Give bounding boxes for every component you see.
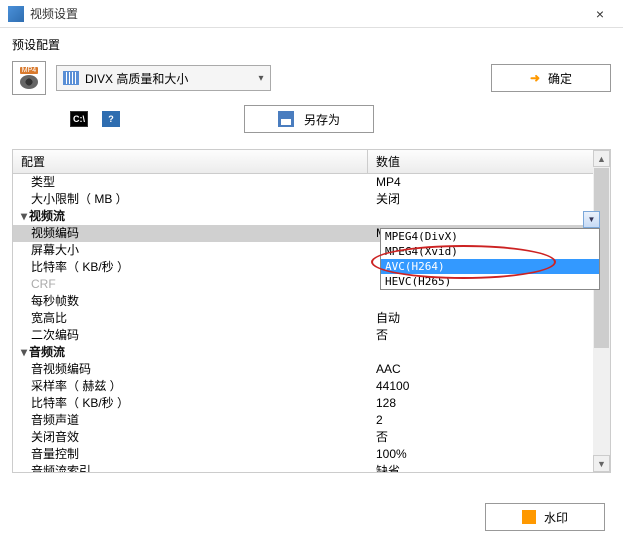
cell-label: 音量控制 [13,446,368,463]
disk-icon [278,111,294,127]
tree-toggle-icon[interactable]: ▾ [21,345,27,359]
cell-value: 2 [368,412,610,429]
cell-value: AAC [368,361,610,378]
save-as-button[interactable]: 另存为 [244,105,374,133]
watermark-button[interactable]: 水印 [485,503,605,531]
ok-button-label: 确定 [548,70,572,87]
cell-label: 关闭音效 [13,429,368,446]
dropdown-item[interactable]: MPEG4(DivX) [381,229,599,244]
table-row[interactable]: 音视频编码AAC [13,361,610,378]
cmd-icon[interactable]: C:\ [70,111,88,127]
cell-value [368,344,610,361]
cell-label: 每秒帧数 [13,293,368,310]
cell-value [368,293,610,310]
watermark-label: 水印 [544,509,568,526]
cell-label: 比特率（ KB/秒 ） [13,395,368,412]
cell-label: 音频流索引 [13,463,368,472]
chevron-down-icon: ▾ [258,73,263,84]
header-value: 数值 [368,150,610,173]
dropdown-item[interactable]: AVC(H264) [381,259,599,274]
table-row[interactable]: ▾视频流 [13,208,610,225]
preset-label: 预设配置 [0,28,623,57]
grid-header: 配置 数值 [13,150,610,174]
cell-label: 视频编码 [13,225,368,242]
header-config: 配置 [13,150,368,173]
close-button[interactable]: × [585,6,615,22]
cell-label: 二次编码 [13,327,368,344]
cell-label: ▾音频流 [13,344,368,361]
cell-label: ▾视频流 [13,208,368,225]
cell-label: 比特率（ KB/秒 ） [13,259,368,276]
table-row[interactable]: 比特率（ KB/秒 ）128 [13,395,610,412]
arrow-right-icon: ➜ [530,71,540,85]
cell-label: 采样率（ 赫兹 ） [13,378,368,395]
grid-body: 类型MP4大小限制（ MB ）关闭▾视频流视频编码MPEG4(DivX)屏幕大小… [13,174,610,472]
table-row[interactable]: 二次编码否 [13,327,610,344]
cell-label: 音视频编码 [13,361,368,378]
table-row[interactable]: 音频声道2 [13,412,610,429]
cell-label: 大小限制（ MB ） [13,191,368,208]
cell-value: MP4 [368,174,610,191]
cell-value: 44100 [368,378,610,395]
ok-button[interactable]: ➜ 确定 [491,64,611,92]
preset-select[interactable]: DIVX 高质量和大小 ▾ [56,65,271,91]
codec-dropdown[interactable]: MPEG4(DivX)MPEG4(Xvid)AVC(H264)HEVC(H265… [380,228,600,290]
cell-value: 否 [368,429,610,446]
format-tag: MP4 [20,67,38,74]
cell-value: 100% [368,446,610,463]
table-row[interactable]: 音量控制100% [13,446,610,463]
cell-label: CRF [13,276,368,293]
scroll-up-icon[interactable]: ▲ [593,150,610,167]
titlebar: 视频设置 × [0,0,623,28]
table-row[interactable]: ▾音频流 [13,344,610,361]
table-row[interactable]: 宽高比自动 [13,310,610,327]
cell-label: 屏幕大小 [13,242,368,259]
table-row[interactable]: 音频流索引缺省 [13,463,610,472]
cell-label: 音频声道 [13,412,368,429]
watermark-icon [522,510,536,524]
settings-grid: 配置 数值 类型MP4大小限制（ MB ）关闭▾视频流视频编码MPEG4(Div… [12,149,611,473]
format-icon: MP4 [12,61,46,95]
dropdown-item[interactable]: MPEG4(Xvid) [381,244,599,259]
cell-value: 128 [368,395,610,412]
category-label: 音频流 [29,345,65,359]
category-label: 视频流 [29,209,65,223]
cell-label: 类型 [13,174,368,191]
window-title: 视频设置 [30,5,585,22]
scroll-down-icon[interactable]: ▼ [593,455,610,472]
cell-label: 宽高比 [13,310,368,327]
preset-selected-text: DIVX 高质量和大小 [85,70,258,87]
cell-value: 关闭 [368,191,610,208]
table-row[interactable]: 采样率（ 赫兹 ）44100 [13,378,610,395]
cell-value: 自动 [368,310,610,327]
bottom-bar: 水印 [485,503,605,531]
help-icon[interactable]: ? [102,111,120,127]
film-icon [63,71,79,85]
cell-value [368,208,610,225]
scrollbar[interactable]: ▲ ▼ [593,150,610,472]
dropdown-button[interactable]: ▼ [583,211,600,228]
save-as-label: 另存为 [304,111,340,128]
table-row[interactable]: 大小限制（ MB ）关闭 [13,191,610,208]
icon-row: C:\ ? 另存为 [0,99,623,143]
table-row[interactable]: 每秒帧数 [13,293,610,310]
app-icon [8,6,24,22]
tree-toggle-icon[interactable]: ▾ [21,209,27,223]
cell-value: 缺省 [368,463,610,472]
preset-row: MP4 DIVX 高质量和大小 ▾ ➜ 确定 [0,57,623,99]
dropdown-item[interactable]: HEVC(H265) [381,274,599,289]
reel-icon [20,75,38,89]
table-row[interactable]: 关闭音效否 [13,429,610,446]
cell-value: 否 [368,327,610,344]
table-row[interactable]: 类型MP4 [13,174,610,191]
